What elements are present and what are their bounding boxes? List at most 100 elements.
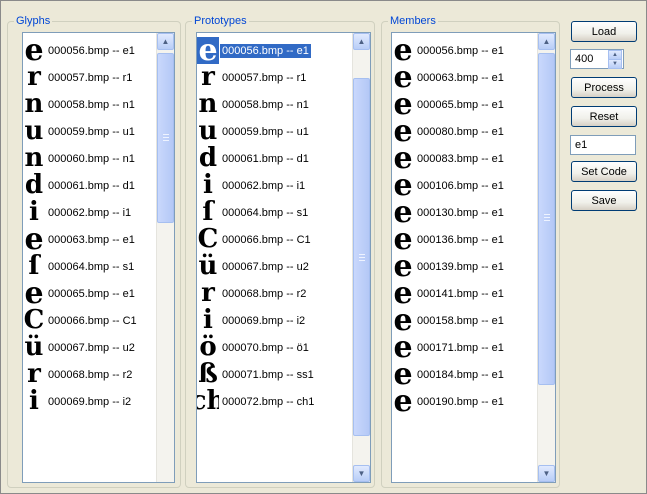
list-item[interactable]: e 000065.bmp -- e1 — [392, 91, 506, 118]
list-item-label: 000056.bmp -- e1 — [417, 44, 504, 57]
list-item[interactable]: ch000072.bmp -- ch1 — [197, 388, 316, 415]
glyphs-scrollbar[interactable]: ▲ — [156, 33, 174, 482]
glyph-thumbnail: n — [24, 91, 44, 118]
list-item[interactable]: ß 000071.bmp -- ss1 — [197, 361, 316, 388]
scroll-down-icon[interactable]: ▼ — [353, 465, 370, 482]
glyph-thumbnail: e — [24, 226, 44, 253]
list-item[interactable]: e 000190.bmp -- e1 — [392, 388, 506, 415]
prototypes-list[interactable]: e 000056.bmp -- e1 r 000057.bmp -- r1 n 00005… — [196, 32, 371, 483]
glyph-thumbnail: C — [23, 307, 45, 334]
list-item-label: 000065.bmp -- e1 — [48, 287, 135, 300]
glyph-thumbnail: r — [201, 280, 215, 307]
list-item-label: 000059.bmp -- u1 — [48, 125, 135, 138]
prototypes-scrollbar[interactable]: ▲ ▼ — [352, 33, 370, 482]
list-item[interactable]: r 000057.bmp -- r1 — [197, 64, 308, 91]
list-item[interactable]: r 000057.bmp -- r1 — [23, 64, 134, 91]
list-item-label: 000066.bmp -- C1 — [222, 233, 311, 246]
glyph-thumbnail: i — [29, 199, 39, 226]
list-item[interactable]: e 000141.bmp -- e1 — [392, 280, 506, 307]
list-item-label: 000062.bmp -- i1 — [222, 179, 306, 192]
list-item[interactable]: e 000063.bmp -- e1 — [392, 64, 506, 91]
members-list[interactable]: e 000056.bmp -- e1 e 000063.bmp -- e1 e 00006… — [391, 32, 556, 483]
list-item-label: 000057.bmp -- r1 — [222, 71, 307, 84]
list-item[interactable]: r 000068.bmp -- r2 — [23, 361, 134, 388]
load-button[interactable]: Load — [571, 21, 637, 42]
list-item[interactable]: e 000106.bmp -- e1 — [392, 172, 506, 199]
list-item[interactable]: ö 000070.bmp -- ö1 — [197, 334, 311, 361]
list-item[interactable]: n 000058.bmp -- n1 — [23, 91, 137, 118]
threshold-spinner[interactable]: 400 ▲ ▼ — [570, 49, 624, 69]
set-code-button[interactable]: Set Code — [571, 161, 637, 182]
scroll-thumb[interactable] — [157, 53, 174, 223]
list-item[interactable]: ü 000067.bmp -- u2 — [197, 253, 311, 280]
scroll-up-icon[interactable]: ▲ — [538, 33, 555, 50]
list-item[interactable]: e 000139.bmp -- e1 — [392, 253, 506, 280]
list-item[interactable]: u 000059.bmp -- u1 — [197, 118, 311, 145]
list-item[interactable]: r 000068.bmp -- r2 — [197, 280, 308, 307]
list-item-label: 000056.bmp -- e1 — [220, 43, 311, 58]
list-item[interactable]: e 000136.bmp -- e1 — [392, 226, 506, 253]
list-item-label: 000069.bmp -- i2 — [222, 314, 306, 327]
list-item[interactable]: C 000066.bmp -- C1 — [23, 307, 139, 334]
glyphs-list[interactable]: e 000056.bmp -- e1 r 000057.bmp -- r1 n 00005… — [22, 32, 175, 483]
list-item-label: 000171.bmp -- e1 — [417, 341, 504, 354]
list-item[interactable]: ü 000067.bmp -- u2 — [23, 334, 137, 361]
glyph-thumbnail: n — [24, 145, 44, 172]
list-item[interactable]: u 000059.bmp -- u1 — [23, 118, 137, 145]
list-item[interactable]: e 000184.bmp -- e1 — [392, 361, 506, 388]
glyph-thumbnail: ſ — [28, 253, 40, 280]
list-item-label: 000071.bmp -- ss1 — [222, 368, 314, 381]
glyph-thumbnail: e — [24, 280, 44, 307]
scroll-thumb[interactable] — [353, 78, 370, 436]
glyph-thumbnail: e — [197, 37, 219, 64]
glyph-thumbnail: r — [27, 64, 41, 91]
process-button[interactable]: Process — [571, 77, 637, 98]
list-item[interactable]: ſ 000064.bmp -- s1 — [23, 253, 136, 280]
list-item-label: 000190.bmp -- e1 — [417, 395, 504, 408]
list-item[interactable]: d 000061.bmp -- d1 — [197, 145, 311, 172]
list-item[interactable]: i 000069.bmp -- i2 — [23, 388, 133, 415]
glyphs-group-title: Glyphs — [14, 15, 53, 28]
list-item[interactable]: e 000056.bmp -- e1 — [197, 37, 311, 64]
list-item[interactable]: e 000056.bmp -- e1 — [392, 37, 506, 64]
list-item[interactable]: i 000062.bmp -- i1 — [23, 199, 133, 226]
glyph-thumbnail: ch — [197, 388, 219, 415]
spin-down-icon[interactable]: ▼ — [608, 59, 622, 69]
list-item-label: 000058.bmp -- n1 — [222, 98, 309, 111]
list-item-label: 000141.bmp -- e1 — [417, 287, 504, 300]
list-item-label: 000069.bmp -- i2 — [48, 395, 132, 408]
list-item[interactable]: e 000130.bmp -- e1 — [392, 199, 506, 226]
glyph-thumbnail: e — [393, 118, 413, 145]
list-item[interactable]: e 000056.bmp -- e1 — [23, 37, 137, 64]
scroll-thumb[interactable] — [538, 53, 555, 385]
list-item[interactable]: ſ 000064.bmp -- s1 — [197, 199, 310, 226]
list-item[interactable]: i 000069.bmp -- i2 — [197, 307, 307, 334]
glyph-thumbnail: ß — [198, 361, 218, 388]
list-item[interactable]: d 000061.bmp -- d1 — [23, 172, 137, 199]
list-item-label: 000065.bmp -- e1 — [417, 98, 504, 111]
reset-button[interactable]: Reset — [571, 106, 637, 127]
list-item[interactable]: n 000060.bmp -- n1 — [23, 145, 137, 172]
list-item[interactable]: e 000080.bmp -- e1 — [392, 118, 506, 145]
glyph-thumbnail: e — [393, 253, 413, 280]
glyph-thumbnail: ü — [24, 334, 44, 361]
code-input[interactable]: e1 — [570, 135, 636, 155]
list-item-label: 000058.bmp -- n1 — [48, 98, 135, 111]
list-item[interactable]: i 000062.bmp -- i1 — [197, 172, 307, 199]
list-item[interactable]: n 000058.bmp -- n1 — [197, 91, 311, 118]
list-item[interactable]: e 000083.bmp -- e1 — [392, 145, 506, 172]
scroll-down-icon[interactable]: ▼ — [538, 465, 555, 482]
list-item-label: 000068.bmp -- r2 — [48, 368, 133, 381]
list-item[interactable]: e 000171.bmp -- e1 — [392, 334, 506, 361]
members-scrollbar[interactable]: ▲ ▼ — [537, 33, 555, 482]
list-item-label: 000067.bmp -- u2 — [48, 341, 135, 354]
glyph-thumbnail: e — [393, 334, 413, 361]
save-button[interactable]: Save — [571, 190, 637, 211]
list-item-label: 000080.bmp -- e1 — [417, 125, 504, 138]
list-item[interactable]: e 000158.bmp -- e1 — [392, 307, 506, 334]
scroll-up-icon[interactable]: ▲ — [157, 33, 174, 50]
list-item[interactable]: e 000063.bmp -- e1 — [23, 226, 137, 253]
list-item[interactable]: C 000066.bmp -- C1 — [197, 226, 313, 253]
scroll-up-icon[interactable]: ▲ — [353, 33, 370, 50]
list-item[interactable]: e 000065.bmp -- e1 — [23, 280, 137, 307]
